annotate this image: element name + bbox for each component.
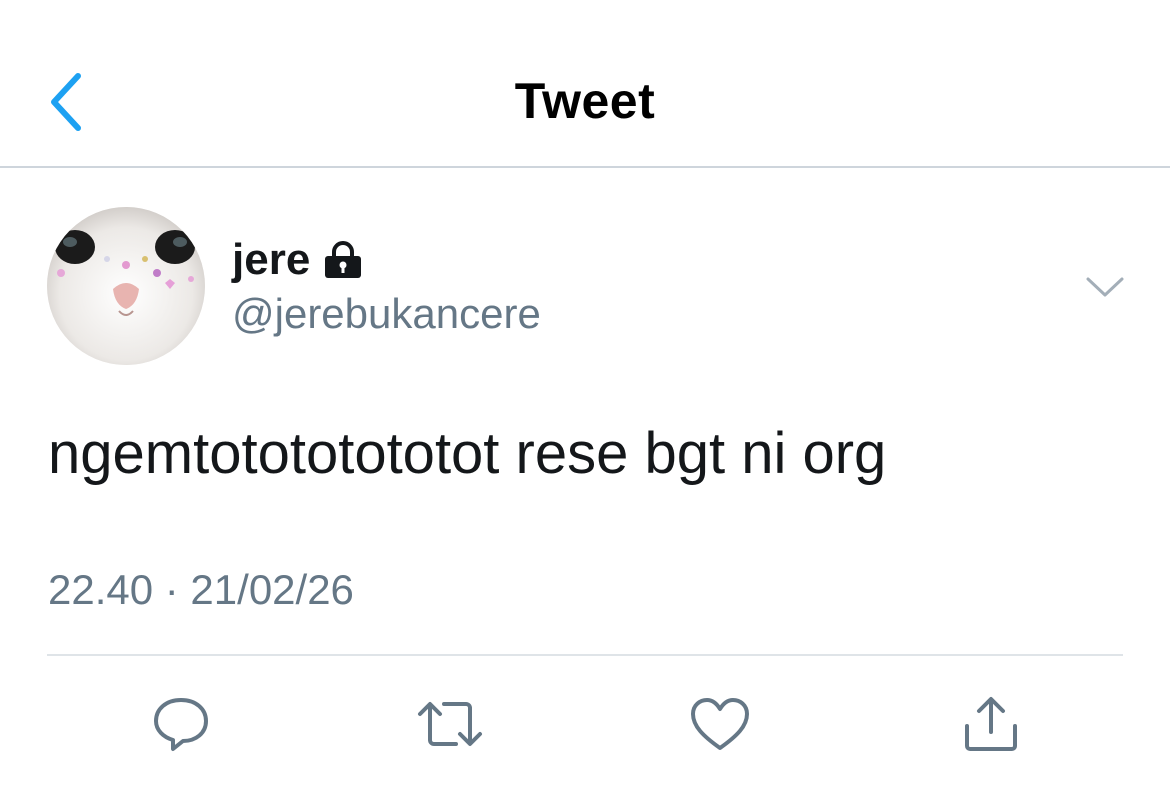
nav-header: Tweet [0, 0, 1170, 168]
chevron-down-icon [1086, 277, 1124, 297]
heart-icon [691, 698, 749, 750]
author-name: jere [232, 235, 311, 284]
lock-icon [325, 241, 362, 278]
share-icon [965, 697, 1017, 751]
retweet-button[interactable] [416, 690, 484, 758]
author-handle[interactable]: @jerebukancere [232, 290, 541, 338]
cat-avatar-icon [47, 207, 205, 365]
more-options-button[interactable] [1080, 262, 1130, 312]
tweet-timestamp: 22.40 · 21/02/26 [48, 566, 354, 613]
page-title: Tweet [514, 73, 656, 129]
reply-button[interactable] [147, 690, 215, 758]
share-button[interactable] [957, 690, 1025, 758]
like-button[interactable] [686, 690, 754, 758]
divider [47, 654, 1123, 656]
retweet-icon [418, 702, 482, 746]
author-name-row[interactable]: jere [232, 232, 364, 288]
reply-icon [154, 698, 208, 751]
avatar[interactable] [47, 207, 205, 365]
tweet-text: ngemtotototototot rese bgt ni org [48, 421, 887, 486]
